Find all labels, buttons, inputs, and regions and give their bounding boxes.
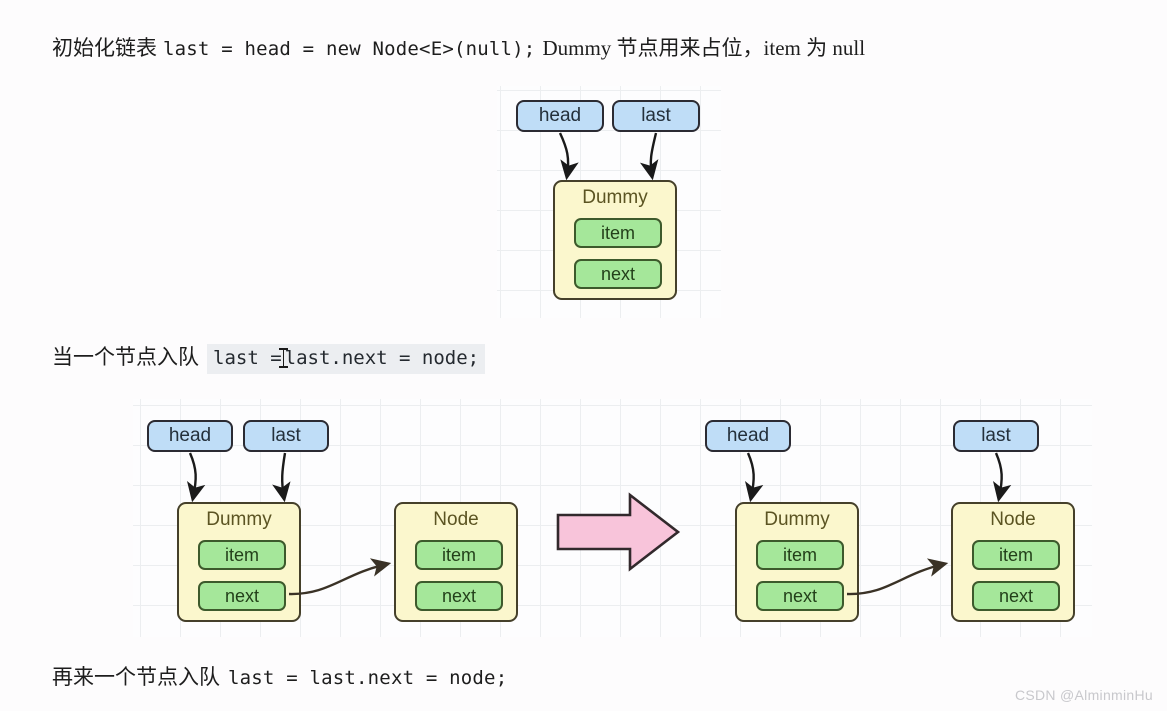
node-box-dummy: Dummy item next — [553, 180, 677, 300]
pointer-box-last-before: last — [243, 420, 329, 452]
arrow-last-to-dummy-before — [272, 452, 291, 503]
node-field-item: item — [756, 540, 844, 570]
arrow-head-to-dummy-before — [187, 452, 206, 503]
pointer-label: last — [981, 425, 1011, 446]
node-title: Dummy — [206, 509, 272, 530]
diagram-init-canvas: head last Dummy item next — [497, 86, 721, 318]
line1-cn-prefix: 初始化链表 — [52, 37, 157, 60]
node-field-next: next — [972, 581, 1060, 611]
node-box-node-before: Node item next — [394, 502, 518, 622]
node-box-dummy-after: Dummy item next — [735, 502, 859, 622]
field-label: next — [441, 585, 477, 606]
text-line-enqueue-one: 当一个节点入队 last = last.next = node; — [52, 344, 486, 374]
pointer-box-last-after: last — [953, 420, 1039, 452]
csdn-watermark: CSDN @AlminminHu — [1014, 687, 1153, 703]
line2-code-highlight: last = last.next = node; — [207, 344, 486, 374]
transition-arrow-icon — [556, 492, 681, 572]
line1-code: last = head = new Node<E>(null); — [163, 38, 536, 60]
pointer-label: last — [641, 105, 671, 126]
field-label: next — [224, 585, 260, 606]
node-box-node-after: Node item next — [951, 502, 1075, 622]
pointer-label: head — [538, 105, 582, 126]
field-label: item — [224, 544, 259, 565]
line2-code-after-caret: last.next = node; — [284, 347, 480, 369]
node-title: Node — [990, 509, 1036, 530]
field-label: item — [998, 544, 1033, 565]
arrow-last-to-node-after — [993, 452, 1012, 503]
line1-serif-suffix: Dummy 节点用来占位，item 为 null — [542, 36, 866, 60]
node-title: Dummy — [582, 187, 648, 208]
field-label: item — [600, 222, 635, 243]
node-box-dummy-before: Dummy item next — [177, 502, 301, 622]
field-label: item — [441, 544, 476, 565]
line3-cn-prefix: 再来一个节点入队 — [52, 666, 220, 689]
field-label: next — [998, 585, 1034, 606]
node-field-next: next — [415, 581, 503, 611]
field-label: next — [600, 263, 636, 284]
node-field-item: item — [574, 218, 662, 248]
node-field-item: item — [415, 540, 503, 570]
pointer-box-head-after: head — [705, 420, 791, 452]
text-line-init: 初始化链表 last = head = new Node<E>(null); Dum… — [52, 36, 866, 60]
pointer-box-head: head — [516, 100, 604, 132]
line2-code-before-caret: last = — [213, 347, 282, 369]
field-label: next — [782, 585, 818, 606]
text-caret-icon — [278, 348, 288, 368]
arrow-last-to-dummy — [639, 132, 659, 181]
line3-code: last = last.next = node; — [228, 667, 508, 689]
node-field-next: next — [756, 581, 844, 611]
pointer-label: head — [726, 425, 770, 446]
pointer-box-last: last — [612, 100, 700, 132]
arrow-head-to-dummy — [558, 132, 579, 181]
node-title: Node — [433, 509, 479, 530]
node-field-item: item — [198, 540, 286, 570]
diagram-enqueue-canvas: head last Dummy item next Node item next… — [133, 399, 1092, 637]
field-label: item — [782, 544, 817, 565]
line2-cn-prefix: 当一个节点入队 — [52, 346, 199, 369]
pointer-label: head — [168, 425, 212, 446]
arrow-head-to-dummy-after — [745, 452, 764, 503]
node-field-next: next — [198, 581, 286, 611]
arrow-dummy-next-to-node-after — [846, 558, 949, 596]
pointer-box-head-before: head — [147, 420, 233, 452]
node-field-next: next — [574, 259, 662, 289]
pointer-label: last — [271, 425, 301, 446]
arrow-dummy-next-to-node-before — [288, 558, 392, 596]
node-field-item: item — [972, 540, 1060, 570]
text-line-enqueue-another: 再来一个节点入队 last = last.next = node; — [52, 667, 507, 688]
node-title: Dummy — [764, 509, 830, 530]
